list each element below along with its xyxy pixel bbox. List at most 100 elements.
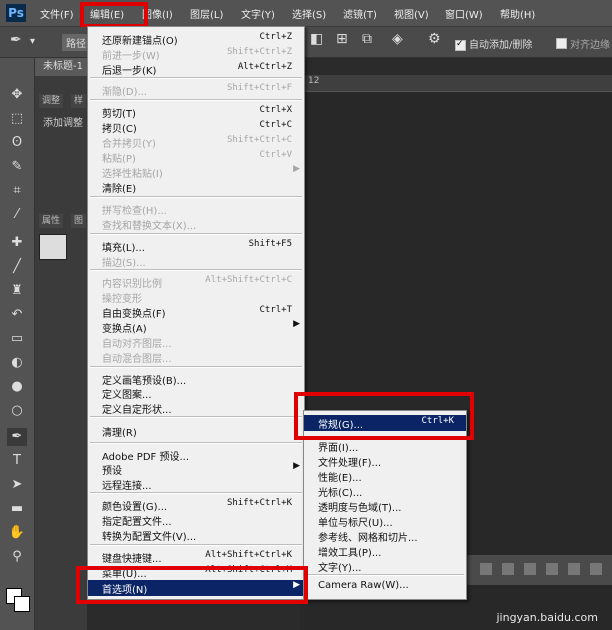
preferences-menu-item[interactable]: Camera Raw(W)... bbox=[304, 579, 466, 593]
path-ops-icon[interactable]: ◧ bbox=[310, 31, 323, 47]
path-mode-select[interactable]: 路径 bbox=[62, 34, 90, 51]
trash-icon[interactable] bbox=[590, 563, 602, 575]
lasso-tool-icon[interactable]: ʘ bbox=[7, 134, 27, 152]
pen-tool-icon[interactable]: ✒ bbox=[7, 428, 27, 446]
brush-tool-icon[interactable]: ╱ bbox=[7, 258, 27, 276]
fx-icon[interactable] bbox=[502, 563, 514, 575]
edit-menu-item[interactable]: 自动混合图层... bbox=[88, 349, 304, 365]
menu-item-label: 转换为配置文件(V)... bbox=[102, 532, 197, 543]
preferences-menu-item[interactable]: 透明度与色域(T)... bbox=[304, 498, 466, 514]
edit-menu-item[interactable]: 选择性粘贴(I) ▶ bbox=[88, 164, 304, 180]
healing-tool-icon[interactable]: ✚ bbox=[7, 234, 27, 252]
preferences-menu-item[interactable]: 文件处理(F)... bbox=[304, 453, 466, 469]
edit-menu-item[interactable]: 转换为配置文件(V)... bbox=[88, 527, 304, 543]
menu-item-label: 剪切(T) bbox=[102, 109, 136, 120]
edit-menu-item[interactable]: 键盘快捷键... Alt+Shift+Ctrl+K bbox=[88, 549, 304, 565]
path-thumbnail[interactable] bbox=[39, 234, 67, 260]
tab-properties-2[interactable]: 图 bbox=[71, 214, 87, 228]
edit-menu-item[interactable]: 前进一步(W) Shift+Ctrl+Z bbox=[88, 46, 304, 62]
menu-item-label: 自动混合图层... bbox=[102, 354, 172, 365]
document-tab[interactable]: 未标题-1 bbox=[35, 58, 87, 76]
link-layers-icon[interactable] bbox=[480, 563, 492, 575]
edit-menu-item[interactable]: 自动对齐图层... bbox=[88, 334, 304, 350]
edit-menu-item[interactable]: 清除(E) bbox=[88, 179, 304, 195]
edit-menu-item[interactable]: 操控变形 bbox=[88, 289, 304, 305]
checkbox-icon[interactable] bbox=[556, 38, 567, 49]
align-edges-checkbox[interactable]: 对齐边缘 bbox=[556, 36, 610, 51]
edit-menu-item[interactable]: 定义画笔预设(B)... bbox=[88, 371, 304, 387]
eraser-tool-icon[interactable]: ▭ bbox=[7, 330, 27, 348]
eyedropper-tool-icon[interactable]: ⁄ bbox=[7, 206, 27, 224]
menu-view[interactable]: 视图(V) bbox=[394, 6, 429, 21]
edit-menu-item[interactable]: 填充(L)... Shift+F5 bbox=[88, 238, 304, 254]
edit-menu-item[interactable]: 颜色设置(G)... Shift+Ctrl+K bbox=[88, 497, 304, 513]
menu-item-label: 单位与标尺(U)... bbox=[318, 518, 393, 529]
edit-menu-item[interactable]: 拷贝(C) Ctrl+C bbox=[88, 119, 304, 135]
menu-help[interactable]: 帮助(H) bbox=[500, 6, 535, 21]
tab-styles[interactable]: 样 bbox=[71, 94, 87, 108]
quick-select-tool-icon[interactable]: ✎ bbox=[7, 158, 27, 176]
edit-menu-item[interactable]: 变换点(A) ▶ bbox=[88, 319, 304, 335]
preferences-menu-item[interactable]: 增效工具(P)... bbox=[304, 543, 466, 559]
shape-tool-icon[interactable]: ▬ bbox=[7, 500, 27, 518]
blur-tool-icon[interactable]: ● bbox=[7, 378, 27, 396]
menu-type[interactable]: 文字(Y) bbox=[241, 6, 275, 21]
edit-menu-item[interactable]: 远程连接... bbox=[88, 476, 304, 492]
menu-filter[interactable]: 滤镜(T) bbox=[343, 6, 377, 21]
path-align-icon[interactable]: ⊞ bbox=[336, 31, 348, 47]
edit-menu-item[interactable]: 预设 ▶ bbox=[88, 461, 304, 477]
path-select-tool-icon[interactable]: ➤ bbox=[7, 476, 27, 494]
dropdown-arrow-icon[interactable]: ▾ bbox=[30, 36, 35, 47]
edit-menu-item[interactable]: 内容识别比例 Alt+Shift+Ctrl+C bbox=[88, 274, 304, 290]
edit-menu-item[interactable]: 渐隐(D)... Shift+Ctrl+F bbox=[88, 82, 304, 98]
tab-adjustments[interactable]: 调整 bbox=[39, 94, 64, 108]
path-arrange-icon[interactable]: ⧉ bbox=[362, 31, 372, 47]
edit-menu-item[interactable]: Adobe PDF 预设... bbox=[88, 447, 304, 463]
menu-layer[interactable]: 图层(L) bbox=[190, 6, 223, 21]
stamp-tool-icon[interactable]: ♜ bbox=[7, 282, 27, 300]
adjustment-icon[interactable] bbox=[546, 563, 558, 575]
edit-menu-item[interactable]: 拼写检查(H)... bbox=[88, 201, 304, 217]
preferences-menu-item[interactable]: 参考线、网格和切片... bbox=[304, 528, 466, 544]
path-stack-icon[interactable]: ◈ bbox=[392, 31, 403, 47]
edit-menu-item[interactable]: 粘贴(P) Ctrl+V bbox=[88, 149, 304, 165]
edit-menu-item[interactable]: 查找和替换文本(X)... bbox=[88, 216, 304, 232]
dodge-tool-icon[interactable]: ○ bbox=[7, 402, 27, 420]
tab-properties[interactable]: 属性 bbox=[39, 214, 64, 228]
menu-select[interactable]: 选择(S) bbox=[292, 6, 326, 21]
gear-icon[interactable]: ⚙ bbox=[428, 31, 441, 47]
crop-tool-icon[interactable]: ⌗ bbox=[7, 182, 27, 200]
preferences-menu-item[interactable]: 单位与标尺(U)... bbox=[304, 513, 466, 529]
hand-tool-icon[interactable]: ✋ bbox=[7, 524, 27, 542]
history-brush-tool-icon[interactable]: ↶ bbox=[7, 306, 27, 324]
preferences-menu-item[interactable]: 界面(I)... bbox=[304, 438, 466, 454]
preferences-menu-item[interactable]: 文字(Y)... bbox=[304, 558, 466, 574]
bucket-tool-icon[interactable]: ◐ bbox=[7, 354, 27, 372]
edit-menu-item[interactable]: 定义自定形状... bbox=[88, 400, 304, 416]
zoom-tool-icon[interactable]: ⚲ bbox=[7, 548, 27, 566]
preferences-menu-item[interactable]: 性能(E)... bbox=[304, 468, 466, 484]
menu-item-shortcut: Ctrl+T bbox=[259, 305, 292, 315]
background-color-swatch[interactable] bbox=[14, 596, 30, 612]
menu-separator bbox=[90, 233, 302, 235]
marquee-tool-icon[interactable]: ⬚ bbox=[7, 110, 27, 128]
checkbox-checked-icon[interactable] bbox=[455, 40, 466, 51]
edit-menu-item[interactable]: 后退一步(K) Alt+Ctrl+Z bbox=[88, 61, 304, 77]
edit-menu-item[interactable]: 合并拷贝(Y) Shift+Ctrl+C bbox=[88, 134, 304, 150]
pen-tool-icon[interactable]: ✒ bbox=[10, 32, 22, 48]
folder-icon[interactable] bbox=[568, 563, 580, 575]
edit-menu-item[interactable]: 指定配置文件... bbox=[88, 512, 304, 528]
edit-menu-item[interactable]: 清理(R) bbox=[88, 423, 304, 439]
menu-window[interactable]: 窗口(W) bbox=[445, 6, 483, 21]
type-tool-icon[interactable]: T bbox=[7, 452, 27, 470]
preferences-menu-item[interactable]: 光标(C)... bbox=[304, 483, 466, 499]
mask-icon[interactable] bbox=[524, 563, 536, 575]
auto-add-delete-checkbox[interactable]: 自动添加/删除 bbox=[455, 36, 532, 51]
edit-menu-item[interactable]: 自由变换点(F) Ctrl+T bbox=[88, 304, 304, 320]
edit-menu-item[interactable]: 剪切(T) Ctrl+X bbox=[88, 104, 304, 120]
edit-menu-item[interactable]: 还原新建锚点(O) Ctrl+Z bbox=[88, 31, 304, 47]
menu-file[interactable]: 文件(F) bbox=[40, 6, 74, 21]
edit-menu-item[interactable]: 描边(S)... bbox=[88, 253, 304, 269]
edit-menu-item[interactable]: 定义图案... bbox=[88, 385, 304, 401]
move-tool-icon[interactable]: ✥ bbox=[7, 86, 27, 104]
